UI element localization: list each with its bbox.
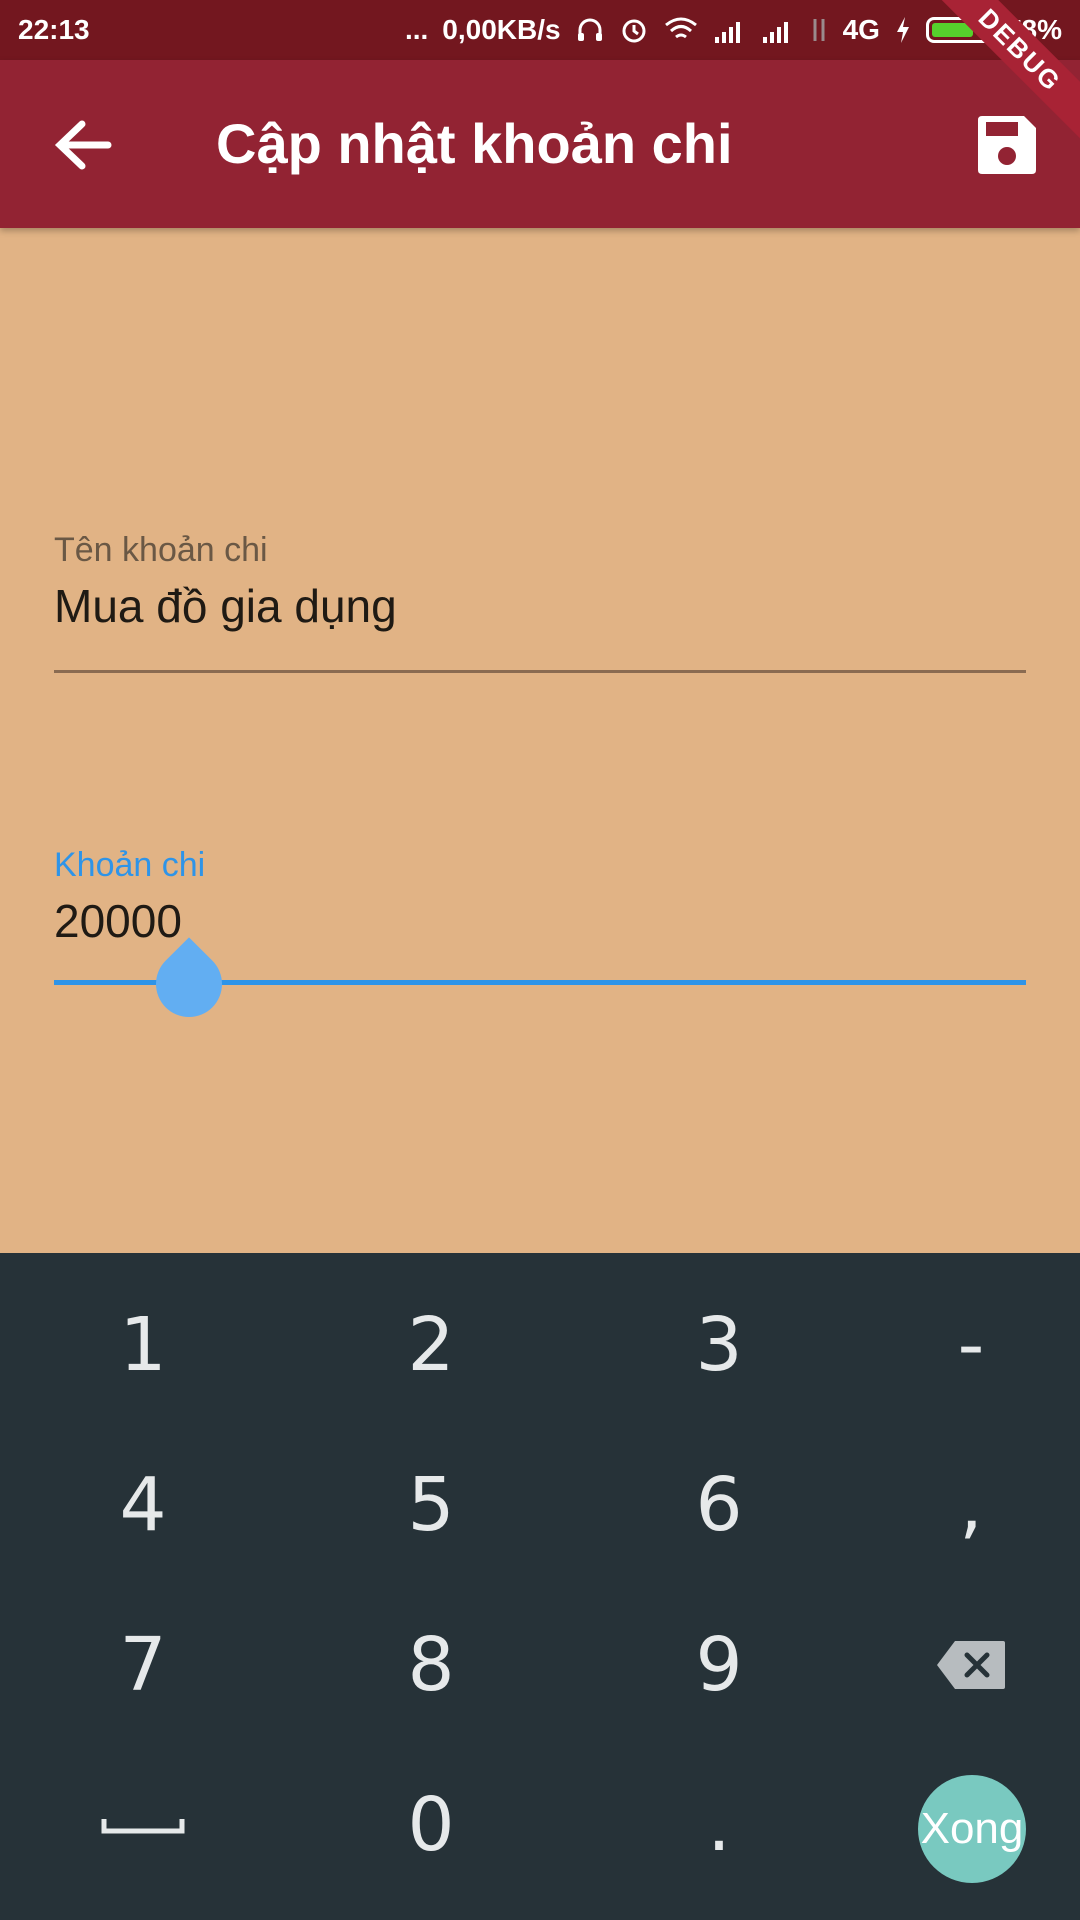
key-4[interactable]: 4 — [8, 1425, 278, 1585]
numeric-keyboard: 1 2 3 - 4 5 6 , 7 8 9 0 . Xong — [0, 1253, 1080, 1920]
name-field-label: Tên khoản chi — [54, 531, 268, 569]
key-0[interactable]: 0 — [296, 1745, 566, 1905]
save-icon[interactable] — [974, 112, 1040, 178]
key-7[interactable]: 7 — [8, 1585, 278, 1745]
key-1[interactable]: 1 — [8, 1265, 278, 1425]
page-title: Cập nhật khoản chi — [216, 112, 733, 175]
space-bar-icon — [101, 1819, 185, 1834]
charging-icon — [896, 17, 909, 43]
amount-field-value[interactable]: 20000 — [54, 893, 1026, 949]
done-button[interactable]: Xong — [918, 1775, 1026, 1883]
amount-field-label: Khoản chi — [54, 846, 206, 884]
arrow-back-icon[interactable] — [48, 110, 118, 180]
app-bar: Cập nhật khoản chi — [0, 60, 1080, 228]
data-arrows-icon — [813, 19, 825, 41]
signal-icon — [762, 22, 788, 43]
wifi-icon — [664, 17, 697, 39]
status-time: 22:13 — [18, 14, 90, 45]
headphones-icon — [577, 18, 602, 41]
status-bar: 22:13 ... 0,00KB/s 4G 78% — [0, 0, 1080, 60]
text-cursor-handle[interactable] — [142, 937, 236, 1031]
key-comma[interactable]: , — [836, 1425, 1080, 1585]
alarm-icon — [622, 19, 646, 43]
key-minus[interactable]: - — [836, 1265, 1080, 1425]
key-5[interactable]: 5 — [296, 1425, 566, 1585]
key-8[interactable]: 8 — [296, 1585, 566, 1745]
network-type: 4G — [842, 14, 880, 45]
network-speed: 0,00KB/s — [442, 14, 561, 45]
key-backspace[interactable] — [836, 1585, 1080, 1745]
amount-field[interactable]: Khoản chi 20000 — [54, 845, 1026, 1031]
backspace-icon — [937, 1641, 1005, 1689]
name-field-underline — [54, 670, 1026, 673]
signal-icon — [714, 22, 740, 43]
key-space[interactable] — [8, 1745, 278, 1905]
key-2[interactable]: 2 — [296, 1265, 566, 1425]
key-period[interactable]: . — [584, 1745, 854, 1905]
name-field[interactable]: Tên khoản chi Mua đồ gia dụng — [54, 530, 1026, 673]
key-3[interactable]: 3 — [584, 1265, 854, 1425]
key-6[interactable]: 6 — [584, 1425, 854, 1585]
status-dots: ... — [404, 14, 429, 45]
name-field-value[interactable]: Mua đồ gia dụng — [54, 578, 1026, 634]
key-9[interactable]: 9 — [584, 1585, 854, 1745]
